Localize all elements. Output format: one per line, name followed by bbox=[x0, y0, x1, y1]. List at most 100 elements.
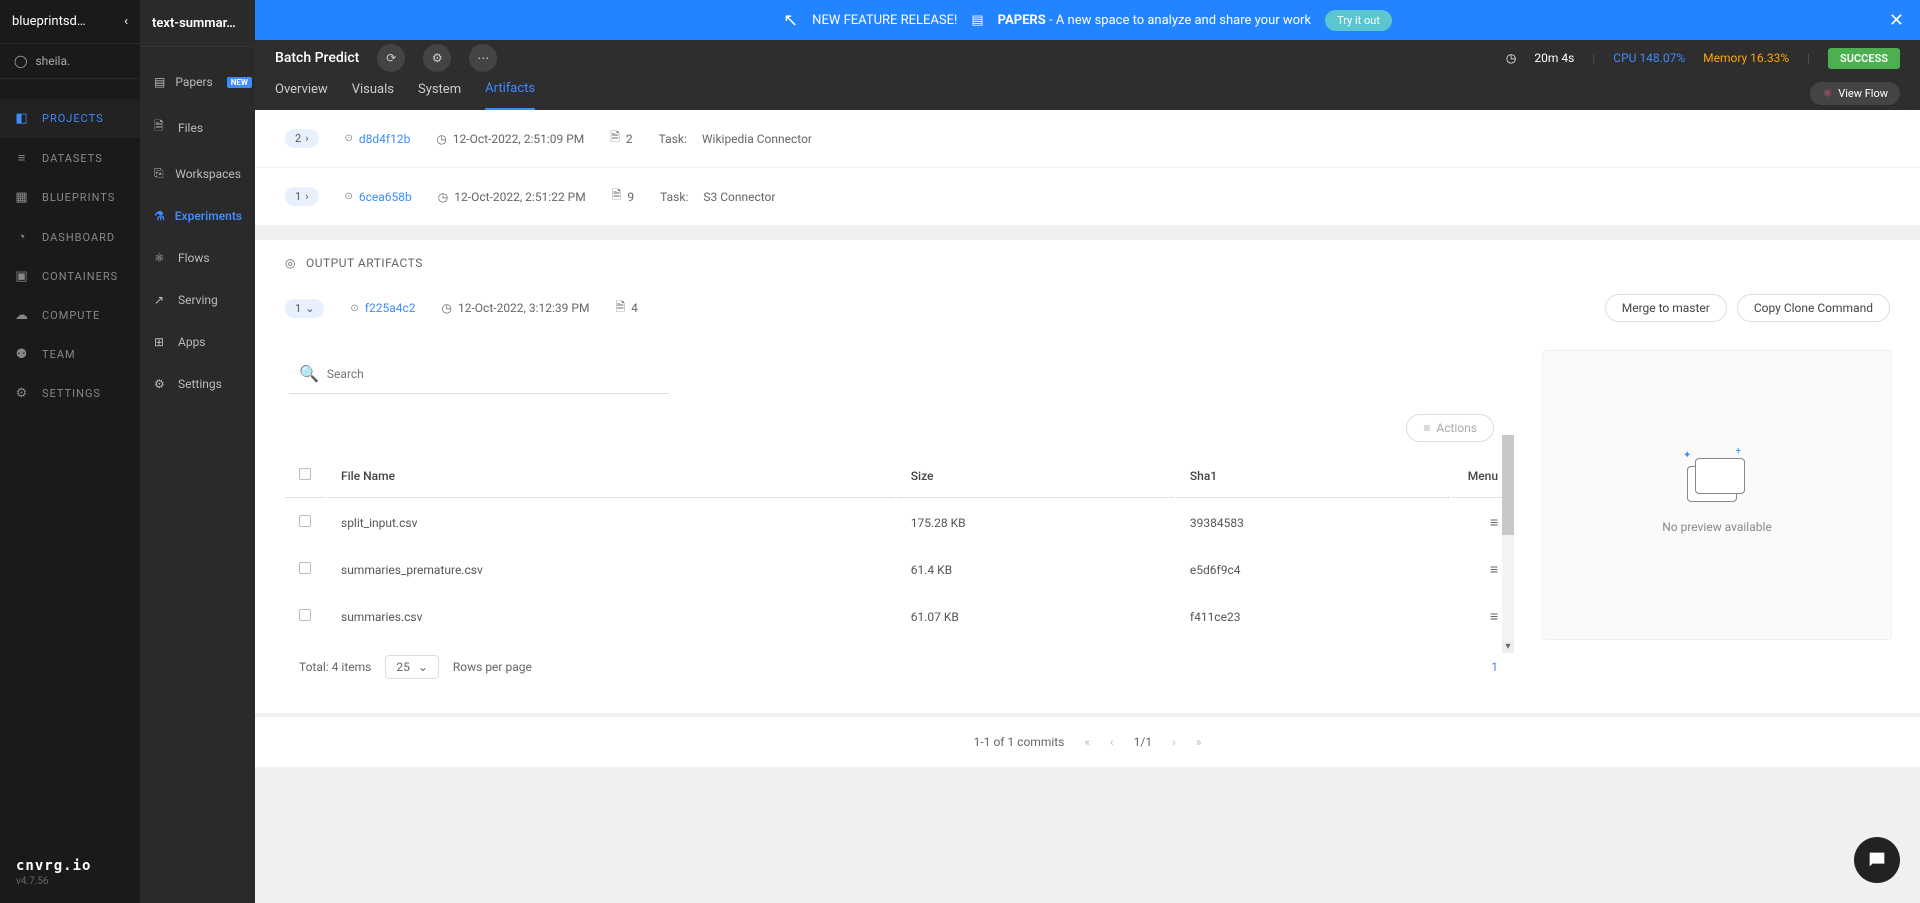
pnav-experiments[interactable]: ⚗Experiments bbox=[140, 195, 255, 237]
pager-next[interactable]: › bbox=[1172, 735, 1176, 749]
search-row: 🔍 bbox=[289, 360, 669, 394]
table-row[interactable]: summaries_premature.csv 61.4 KB e5d6f9c4… bbox=[285, 547, 1512, 592]
org-sidebar: blueprintsd… ‹ ◯ sheila. ◧PROJECTS ≡DATA… bbox=[0, 0, 140, 903]
pager-first[interactable]: « bbox=[1084, 735, 1090, 749]
pnav-flows[interactable]: ⚛Flows bbox=[140, 237, 255, 279]
col-size[interactable]: Size bbox=[897, 454, 1174, 498]
papers-icon: ▤ bbox=[154, 75, 165, 89]
files-icon: 🗎 bbox=[154, 117, 168, 138]
nav-settings[interactable]: ⚙SETTINGS bbox=[0, 374, 140, 413]
input-commits: 2 › d8d4f12b ◷12-Oct-2022, 2:51:09 PM 🗎2… bbox=[255, 110, 1920, 226]
project-nav: ▤PapersNEW 🗎Files ⎘Workspaces ⚗Experimen… bbox=[140, 47, 255, 405]
file-icon: 🗎 bbox=[612, 186, 622, 207]
try-it-button[interactable]: Try it out bbox=[1325, 10, 1392, 31]
select-all-checkbox[interactable] bbox=[299, 468, 311, 480]
output-commit-link[interactable]: f225a4c2 bbox=[350, 301, 415, 315]
more-button[interactable]: ⋯ bbox=[469, 44, 497, 72]
pnav-files[interactable]: 🗎Files bbox=[140, 103, 255, 152]
mem-value: 16.33% bbox=[1750, 51, 1789, 65]
tabs: Overview Visuals System Artifacts ⚛View … bbox=[255, 76, 1920, 110]
row-checkbox[interactable] bbox=[299, 515, 311, 527]
close-icon[interactable]: ✕ bbox=[1889, 10, 1904, 31]
status-badge: SUCCESS bbox=[1828, 48, 1900, 69]
section-header: ◎ OUTPUT ARTIFACTS bbox=[255, 240, 1920, 286]
clock-icon: ◷ bbox=[1506, 51, 1516, 65]
copy-clone-button[interactable]: Copy Clone Command bbox=[1737, 294, 1890, 322]
news-icon: ▤ bbox=[971, 13, 983, 28]
chevron-right-icon: › bbox=[305, 190, 308, 203]
col-sha1[interactable]: Sha1 bbox=[1176, 454, 1450, 498]
page-number[interactable]: 1 bbox=[1491, 660, 1498, 674]
table-row[interactable]: summaries.csv 61.07 KB f411ce23 ≡ bbox=[285, 594, 1512, 639]
serving-icon: ↗ bbox=[154, 293, 168, 307]
row-checkbox[interactable] bbox=[299, 609, 311, 621]
row-menu-icon[interactable]: ≡ bbox=[1490, 609, 1498, 625]
pnav-papers[interactable]: ▤PapersNEW bbox=[140, 61, 255, 103]
nav-datasets[interactable]: ≡DATASETS bbox=[0, 138, 140, 178]
row-menu-icon[interactable]: ≡ bbox=[1490, 562, 1498, 578]
config-button[interactable]: ⚙ bbox=[423, 44, 451, 72]
mem-label: Memory bbox=[1703, 51, 1747, 65]
nav-blueprints[interactable]: ▦BLUEPRINTS bbox=[0, 178, 140, 217]
experiment-title: Batch Predict bbox=[275, 50, 359, 66]
commit-link[interactable]: d8d4f12b bbox=[345, 132, 411, 146]
view-flow-button[interactable]: ⚛View Flow bbox=[1810, 82, 1900, 105]
commit-chip[interactable]: 2 › bbox=[285, 129, 319, 148]
commit-link[interactable]: 6cea658b bbox=[345, 190, 412, 204]
preview-panel: ✦ + No preview available bbox=[1542, 350, 1892, 640]
actions-button[interactable]: ≡Actions bbox=[1406, 414, 1494, 442]
nav-containers[interactable]: ▣CONTAINERS bbox=[0, 257, 140, 296]
brand-logo: cnvrg.io bbox=[16, 858, 124, 874]
nav-projects[interactable]: ◧PROJECTS bbox=[0, 99, 140, 138]
tab-overview[interactable]: Overview bbox=[275, 76, 328, 110]
refresh-button[interactable]: ⟳ bbox=[377, 44, 405, 72]
tab-system[interactable]: System bbox=[418, 76, 461, 110]
pager-page: 1/1 bbox=[1134, 735, 1152, 749]
tab-visuals[interactable]: Visuals bbox=[352, 76, 394, 110]
files-scrollbar[interactable]: ▾ bbox=[1502, 435, 1514, 653]
commit-chip[interactable]: 1 › bbox=[285, 187, 319, 206]
datasets-icon: ≡ bbox=[14, 150, 30, 166]
files-area: 🔍 ≡Actions File Name Size Sha1 bbox=[255, 340, 1920, 713]
table-row[interactable]: split_input.csv 175.28 KB 39384583 ≡ bbox=[285, 500, 1512, 545]
pnav-settings[interactable]: ⚙Settings bbox=[140, 363, 255, 405]
tab-artifacts[interactable]: Artifacts bbox=[485, 76, 535, 110]
rows-label: Rows per page bbox=[453, 660, 532, 674]
user-row[interactable]: ◯ sheila. bbox=[0, 44, 140, 79]
org-header[interactable]: blueprintsd… ‹ bbox=[0, 0, 140, 44]
team-icon: ⚉ bbox=[14, 347, 30, 362]
pager-prev[interactable]: ‹ bbox=[1110, 735, 1114, 749]
chat-button[interactable] bbox=[1854, 837, 1900, 883]
pnav-apps[interactable]: ⊞Apps bbox=[140, 321, 255, 363]
page-size-select[interactable]: 25⌄ bbox=[385, 655, 439, 679]
chevron-left-icon[interactable]: ‹ bbox=[124, 14, 128, 29]
cursor-icon: ↖ bbox=[783, 10, 798, 31]
nav-team[interactable]: ⚉TEAM bbox=[0, 335, 140, 374]
row-menu-icon[interactable]: ≡ bbox=[1490, 515, 1498, 531]
feature-banner: ↖ NEW FEATURE RELEASE! ▤ PAPERS - A new … bbox=[255, 0, 1920, 40]
merge-button[interactable]: Merge to master bbox=[1605, 294, 1727, 322]
nav-dashboard[interactable]: ◔DASHBOARD bbox=[0, 217, 140, 257]
pnav-workspaces[interactable]: ⎘Workspaces bbox=[140, 152, 255, 195]
col-name[interactable]: File Name bbox=[327, 454, 895, 498]
project-name[interactable]: text-summar… bbox=[140, 0, 255, 47]
clock-icon: ◷ bbox=[436, 132, 446, 146]
nav-compute[interactable]: ☁COMPUTE bbox=[0, 296, 140, 335]
output-chip[interactable]: 1 ⌄ bbox=[285, 299, 324, 318]
compute-icon: ☁ bbox=[14, 308, 30, 323]
duration: 20m 4s bbox=[1534, 51, 1574, 65]
files-panel: 🔍 ≡Actions File Name Size Sha1 bbox=[283, 350, 1514, 693]
experiments-icon: ⚗ bbox=[154, 209, 165, 223]
commit-row-2: 1 › 6cea658b ◷12-Oct-2022, 2:51:22 PM 🗎9… bbox=[255, 168, 1920, 226]
settings-icon: ⚙ bbox=[14, 386, 30, 401]
search-input[interactable] bbox=[327, 367, 659, 381]
pager-last[interactable]: » bbox=[1196, 735, 1202, 749]
flow-icon: ⚛ bbox=[1822, 87, 1832, 100]
preview-text: No preview available bbox=[1662, 520, 1772, 534]
user-name: sheila. bbox=[35, 54, 70, 68]
target-icon: ◎ bbox=[285, 256, 296, 270]
banner-lead: NEW FEATURE RELEASE! bbox=[812, 13, 957, 28]
row-checkbox[interactable] bbox=[299, 562, 311, 574]
pnav-serving[interactable]: ↗Serving bbox=[140, 279, 255, 321]
version: v4.7.56 bbox=[16, 876, 124, 887]
